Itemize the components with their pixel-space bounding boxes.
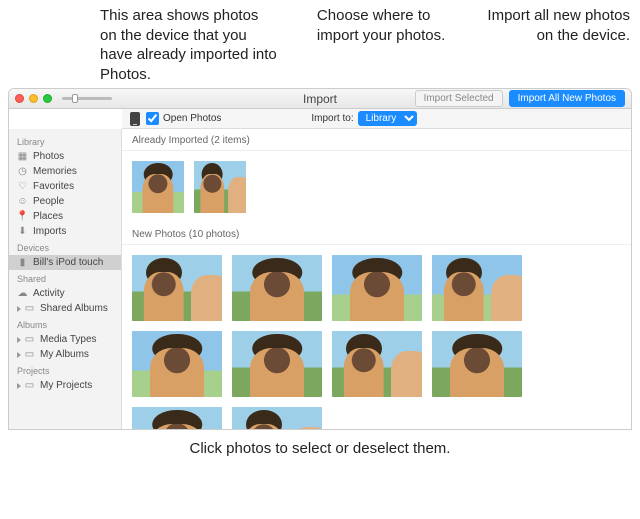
annotation-select-photos: Click photos to select or deselect them.	[0, 430, 640, 463]
photo-thumbnail[interactable]	[232, 407, 322, 429]
album-icon: ▭	[24, 303, 35, 314]
already-imported-header: Already Imported (2 items)	[122, 129, 631, 151]
window-controls	[15, 94, 52, 103]
close-button[interactable]	[15, 94, 24, 103]
sidebar-item-favorites[interactable]: ♡ Favorites	[9, 179, 121, 194]
import-selected-button[interactable]: Import Selected	[415, 90, 503, 107]
photo-thumbnail[interactable]	[132, 407, 222, 429]
sidebar-item-activity[interactable]: ☁ Activity	[9, 286, 121, 301]
annotation-import-to: Choose where to import your photos.	[317, 6, 450, 84]
pin-icon: 📍	[17, 211, 28, 222]
window-title: Import	[303, 92, 337, 106]
sidebar-item-label: Photos	[33, 151, 64, 162]
sidebar-item-shared-albums[interactable]: ▭ Shared Albums	[9, 301, 121, 316]
open-photos-label: Open Photos	[163, 113, 221, 124]
album-icon: ▭	[24, 380, 35, 391]
sidebar-item-label: Favorites	[33, 181, 74, 192]
sidebar-item-photos[interactable]: ▦ Photos	[9, 149, 121, 164]
sidebar-item-my-projects[interactable]: ▭ My Projects	[9, 378, 121, 393]
sidebar-group-header: Albums	[9, 316, 121, 332]
photo-thumbnail[interactable]	[232, 331, 322, 397]
cloud-icon: ☁	[17, 288, 28, 299]
sidebar-item-people[interactable]: ☺ People	[9, 194, 121, 209]
album-icon: ▭	[24, 349, 35, 360]
sidebar-item-label: Shared Albums	[40, 303, 108, 314]
import-main-area: Already Imported (2 items) New Photos (1…	[122, 129, 631, 429]
sidebar-group-header: Library	[9, 133, 121, 149]
already-imported-thumbs	[122, 151, 631, 223]
new-photos-header: New Photos (10 photos)	[122, 223, 631, 245]
photos-app-window: Import Import Selected Import All New Ph…	[8, 88, 632, 430]
photo-thumbnail[interactable]	[432, 255, 522, 321]
sidebar-item-label: Memories	[33, 166, 77, 177]
open-photos-checkbox[interactable]	[146, 112, 159, 125]
device-icon	[130, 112, 140, 126]
photos-icon: ▦	[17, 151, 28, 162]
import-options-bar: Open Photos Import to: Library	[122, 109, 631, 129]
sidebar-item-label: Activity	[33, 288, 65, 299]
photo-thumbnail[interactable]	[132, 331, 222, 397]
annotation-already-imported: This area shows photos on the device tha…	[100, 6, 277, 84]
photo-thumbnail[interactable]	[132, 161, 184, 213]
photo-thumbnail[interactable]	[332, 331, 422, 397]
minimize-button[interactable]	[29, 94, 38, 103]
disclosure-triangle-icon[interactable]	[17, 383, 21, 389]
sidebar-item-media-types[interactable]: ▭ Media Types	[9, 332, 121, 347]
zoom-button[interactable]	[43, 94, 52, 103]
disclosure-triangle-icon[interactable]	[17, 306, 21, 312]
sidebar-item-label: Imports	[33, 226, 66, 237]
sidebar-item-memories[interactable]: ◷ Memories	[9, 164, 121, 179]
new-photos-thumbs	[122, 245, 631, 429]
import-to-select[interactable]: Library	[358, 111, 417, 126]
disclosure-triangle-icon[interactable]	[17, 337, 21, 343]
sidebar-item-label: My Projects	[40, 380, 92, 391]
sidebar-group-header: Shared	[9, 270, 121, 286]
heart-icon: ♡	[17, 181, 28, 192]
photo-thumbnail[interactable]	[332, 255, 422, 321]
person-icon: ☺	[17, 196, 28, 207]
import-all-new-photos-button[interactable]: Import All New Photos	[509, 90, 625, 107]
sidebar-item-imports[interactable]: ⬇ Imports	[9, 224, 121, 239]
annotation-import-all: Import all new photos on the device.	[480, 6, 630, 84]
sidebar-group-header: Devices	[9, 239, 121, 255]
sidebar: Library ▦ Photos ◷ Memories ♡ Favorites ☺ People…	[9, 129, 122, 429]
sidebar-item-label: Places	[33, 211, 63, 222]
sidebar-item-places[interactable]: 📍 Places	[9, 209, 121, 224]
sidebar-item-label: My Albums	[40, 349, 89, 360]
photo-thumbnail[interactable]	[132, 255, 222, 321]
ipod-icon: ▮	[17, 257, 28, 268]
import-to-label: Import to:	[311, 113, 353, 124]
photo-thumbnail[interactable]	[432, 331, 522, 397]
album-icon: ▭	[24, 334, 35, 345]
sidebar-item-my-albums[interactable]: ▭ My Albums	[9, 347, 121, 362]
download-icon: ⬇	[17, 226, 28, 237]
photo-thumbnail[interactable]	[232, 255, 322, 321]
clock-icon: ◷	[17, 166, 28, 177]
sidebar-item-label: Bill's iPod touch	[33, 257, 103, 268]
sidebar-item-bill-s-ipod-touch[interactable]: ▮ Bill's iPod touch	[9, 255, 121, 270]
thumbnail-size-slider[interactable]	[62, 97, 112, 100]
sidebar-group-header: Projects	[9, 362, 121, 378]
disclosure-triangle-icon[interactable]	[17, 352, 21, 358]
sidebar-item-label: Media Types	[40, 334, 97, 345]
photo-thumbnail[interactable]	[194, 161, 246, 213]
sidebar-item-label: People	[33, 196, 64, 207]
window-titlebar: Import Import Selected Import All New Ph…	[9, 89, 631, 109]
